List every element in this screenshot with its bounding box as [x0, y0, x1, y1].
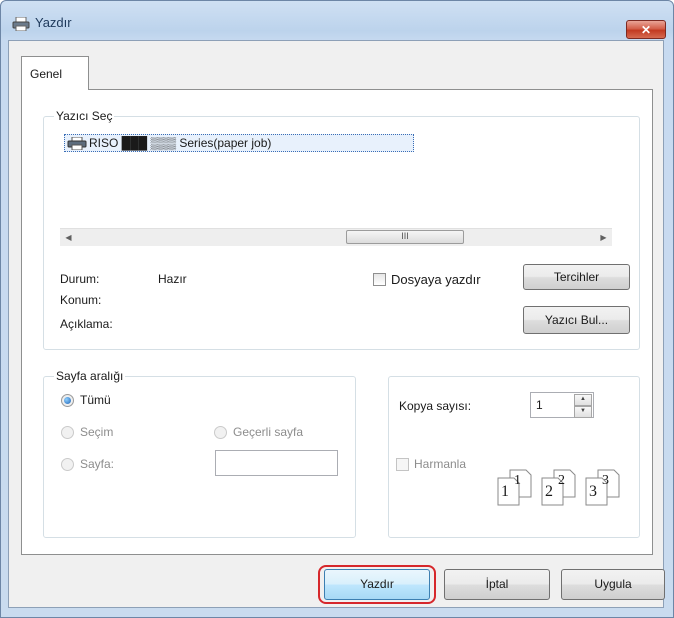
printer-icon [12, 17, 30, 31]
cancel-button[interactable]: İptal [444, 569, 550, 600]
collate-page-1-front: 1 [501, 483, 509, 500]
collate-page-3-front: 3 [589, 483, 597, 500]
current-page-radio[interactable] [214, 426, 227, 439]
spin-up-icon[interactable]: ▲ [574, 394, 592, 406]
scroll-right-icon[interactable]: ▶ [595, 229, 612, 246]
close-button[interactable]: ✕ [626, 20, 666, 39]
location-label: Konum: [60, 293, 102, 307]
all-pages-label: Tümü [80, 393, 111, 407]
collate-label: Harmanla [414, 457, 467, 471]
printer-item-riso[interactable]: RISO ███ ▒▒▒ Series(paper job) [64, 134, 414, 152]
preferences-button[interactable]: Tercihler [523, 264, 630, 290]
close-icon: ✕ [640, 23, 652, 37]
copies-label: Kopya sayısı: [399, 399, 472, 413]
selection-radio[interactable] [61, 426, 74, 439]
cancel-button-label: İptal [485, 577, 509, 591]
tab-general-label: Genel [30, 67, 63, 81]
preferences-button-label: Tercihler [553, 270, 600, 284]
apply-button-label: Uygula [594, 577, 632, 591]
print-button[interactable]: Yazdır [324, 569, 430, 600]
all-pages-radio[interactable] [61, 394, 74, 407]
find-printer-button-label: Yazıcı Bul... [544, 313, 609, 327]
scroll-left-icon[interactable]: ◀ [60, 229, 77, 246]
pages-radio[interactable] [61, 458, 74, 471]
printer-icon [67, 137, 87, 150]
find-printer-button[interactable]: Yazıcı Bul... [523, 306, 630, 334]
page-range-legend: Sayfa aralığı [54, 369, 126, 383]
status-label: Durum: [60, 272, 100, 286]
printer-list-scrollbar[interactable]: ◀ III ▶ [60, 228, 612, 246]
spin-down-icon[interactable]: ▼ [574, 406, 592, 418]
title-bar[interactable]: Yazdır ✕ [1, 1, 673, 41]
scroll-grip-icon: III [401, 231, 409, 241]
print-to-file-checkbox[interactable] [373, 273, 386, 286]
copies-value: 1 [536, 398, 543, 412]
collate-page-2-back: 2 [558, 473, 565, 488]
collate-page-2-front: 2 [545, 483, 553, 500]
window-title: Yazdır [35, 15, 72, 30]
pages-label: Sayfa: [80, 457, 115, 471]
copies-spinner[interactable]: ▲ ▼ [574, 394, 592, 418]
print-to-file-label: Dosyaya yazdır [391, 272, 481, 287]
collate-page-1-back: 1 [514, 473, 521, 488]
selection-label: Seçim [80, 425, 114, 439]
apply-button[interactable]: Uygula [561, 569, 665, 600]
select-printer-legend: Yazıcı Seç [54, 109, 115, 123]
scroll-thumb[interactable]: III [346, 230, 464, 244]
current-page-label: Geçerli sayfa [233, 425, 304, 439]
collate-checkbox[interactable] [396, 458, 409, 471]
printer-name: RISO ███ ▒▒▒ Series(paper job) [89, 136, 272, 150]
comment-label: Açıklama: [60, 317, 113, 331]
tab-general[interactable]: Genel [21, 56, 89, 90]
pages-input[interactable] [215, 450, 338, 476]
status-value: Hazır [158, 272, 187, 286]
print-button-label: Yazdır [360, 577, 394, 591]
collate-page-3-back: 3 [602, 473, 609, 488]
